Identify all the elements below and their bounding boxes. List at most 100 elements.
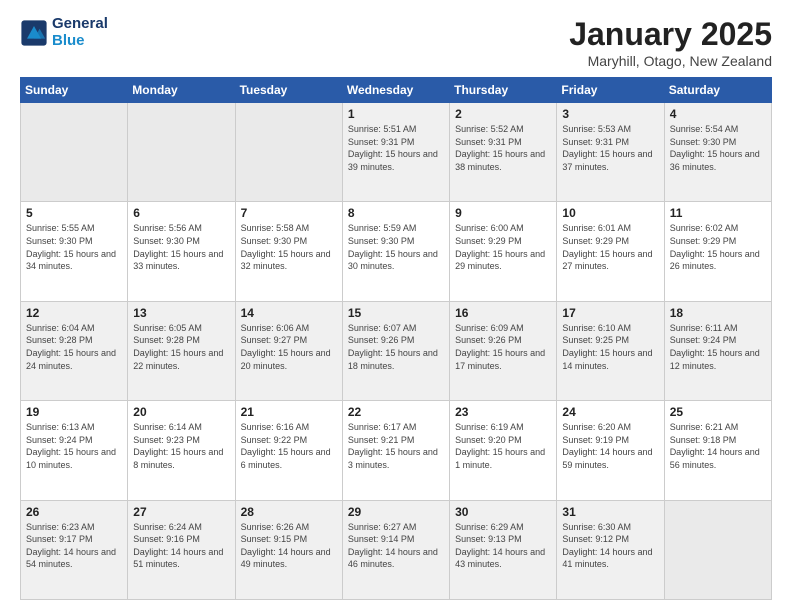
weekday-saturday: Saturday — [664, 78, 771, 103]
calendar-cell: 22 Sunrise: 6:17 AM Sunset: 9:21 PM Dayli… — [342, 401, 449, 500]
calendar-cell: 23 Sunrise: 6:19 AM Sunset: 9:20 PM Dayli… — [450, 401, 557, 500]
day-number: 2 — [455, 107, 551, 121]
day-info: Sunrise: 6:27 AM Sunset: 9:14 PM Dayligh… — [348, 521, 444, 571]
calendar-cell: 3Sunrise: 5:53 AM Sunset: 9:31 PM Daylig… — [557, 103, 664, 202]
calendar-cell: 24 Sunrise: 6:20 AM Sunset: 9:19 PM Dayli… — [557, 401, 664, 500]
day-number: 31 — [562, 505, 658, 519]
day-info: Sunrise: 5:54 AM Sunset: 9:30 PM Dayligh… — [670, 123, 766, 173]
logo: General Blue — [20, 16, 108, 49]
logo-icon — [20, 19, 48, 47]
day-number: 20 — [133, 405, 229, 419]
day-info: Sunrise: 6:00 AM Sunset: 9:29 PM Dayligh… — [455, 222, 551, 272]
calendar-cell: 19 Sunrise: 6:13 AM Sunset: 9:24 PM Dayli… — [21, 401, 128, 500]
day-number: 7 — [241, 206, 337, 220]
calendar-cell: 27 Sunrise: 6:24 AM Sunset: 9:16 PM Dayli… — [128, 500, 235, 599]
day-info: Sunrise: 6:20 AM Sunset: 9:19 PM Dayligh… — [562, 421, 658, 471]
day-number: 19 — [26, 405, 122, 419]
day-info: Sunrise: 6:01 AM Sunset: 9:29 PM Dayligh… — [562, 222, 658, 272]
calendar-cell: 10 Sunrise: 6:01 AM Sunset: 9:29 PM Dayli… — [557, 202, 664, 301]
calendar-cell: 30 Sunrise: 6:29 AM Sunset: 9:13 PM Dayli… — [450, 500, 557, 599]
calendar-cell: 14Sunrise: 6:06 AM Sunset: 9:27 PM Dayli… — [235, 301, 342, 400]
day-info: Sunrise: 6:16 AM Sunset: 9:22 PM Dayligh… — [241, 421, 337, 471]
day-number: 23 — [455, 405, 551, 419]
calendar-cell — [664, 500, 771, 599]
calendar-cell: 28Sunrise: 6:26 AM Sunset: 9:15 PM Dayli… — [235, 500, 342, 599]
day-number: 24 — [562, 405, 658, 419]
calendar-week-row: 1 Sunrise: 5:51 AM Sunset: 9:31 PM Daylig… — [21, 103, 772, 202]
calendar-cell: 20 Sunrise: 6:14 AM Sunset: 9:23 PM Dayli… — [128, 401, 235, 500]
calendar-cell: 4 Sunrise: 5:54 AM Sunset: 9:30 PM Daylig… — [664, 103, 771, 202]
day-number: 25 — [670, 405, 766, 419]
day-info: Sunrise: 6:24 AM Sunset: 9:16 PM Dayligh… — [133, 521, 229, 571]
day-info: Sunrise: 5:56 AM Sunset: 9:30 PM Dayligh… — [133, 222, 229, 272]
calendar-cell: 2Sunrise: 5:52 AM Sunset: 9:31 PM Daylig… — [450, 103, 557, 202]
calendar-cell: 31 Sunrise: 6:30 AM Sunset: 9:12 PM Dayli… — [557, 500, 664, 599]
day-number: 6 — [133, 206, 229, 220]
day-info: Sunrise: 5:59 AM Sunset: 9:30 PM Dayligh… — [348, 222, 444, 272]
calendar-cell: 29 Sunrise: 6:27 AM Sunset: 9:14 PM Dayli… — [342, 500, 449, 599]
calendar-cell: 18Sunrise: 6:11 AM Sunset: 9:24 PM Dayli… — [664, 301, 771, 400]
calendar-cell: 21Sunrise: 6:16 AM Sunset: 9:22 PM Dayli… — [235, 401, 342, 500]
day-info: Sunrise: 6:29 AM Sunset: 9:13 PM Dayligh… — [455, 521, 551, 571]
day-info: Sunrise: 5:58 AM Sunset: 9:30 PM Dayligh… — [241, 222, 337, 272]
day-number: 8 — [348, 206, 444, 220]
header: General Blue January 2025 Maryhill, Otag… — [20, 16, 772, 69]
day-info: Sunrise: 6:10 AM Sunset: 9:25 PM Dayligh… — [562, 322, 658, 372]
day-info: Sunrise: 6:17 AM Sunset: 9:21 PM Dayligh… — [348, 421, 444, 471]
day-info: Sunrise: 6:23 AM Sunset: 9:17 PM Dayligh… — [26, 521, 122, 571]
day-number: 16 — [455, 306, 551, 320]
day-number: 1 — [348, 107, 444, 121]
calendar-week-row: 19 Sunrise: 6:13 AM Sunset: 9:24 PM Dayli… — [21, 401, 772, 500]
page: General Blue January 2025 Maryhill, Otag… — [0, 0, 792, 612]
day-number: 27 — [133, 505, 229, 519]
calendar-cell: 6 Sunrise: 5:56 AM Sunset: 9:30 PM Daylig… — [128, 202, 235, 301]
calendar-week-row: 26 Sunrise: 6:23 AM Sunset: 9:17 PM Dayli… — [21, 500, 772, 599]
calendar-week-row: 12Sunrise: 6:04 AM Sunset: 9:28 PM Dayli… — [21, 301, 772, 400]
weekday-header-row: SundayMondayTuesdayWednesdayThursdayFrid… — [21, 78, 772, 103]
calendar-cell — [235, 103, 342, 202]
calendar-cell — [128, 103, 235, 202]
day-number: 5 — [26, 206, 122, 220]
calendar-cell: 9Sunrise: 6:00 AM Sunset: 9:29 PM Daylig… — [450, 202, 557, 301]
day-info: Sunrise: 6:07 AM Sunset: 9:26 PM Dayligh… — [348, 322, 444, 372]
day-info: Sunrise: 6:06 AM Sunset: 9:27 PM Dayligh… — [241, 322, 337, 372]
calendar-cell: 25 Sunrise: 6:21 AM Sunset: 9:18 PM Dayli… — [664, 401, 771, 500]
day-number: 26 — [26, 505, 122, 519]
calendar-cell: 11 Sunrise: 6:02 AM Sunset: 9:29 PM Dayli… — [664, 202, 771, 301]
logo-text: General Blue — [52, 16, 108, 49]
day-info: Sunrise: 6:30 AM Sunset: 9:12 PM Dayligh… — [562, 521, 658, 571]
day-number: 3 — [562, 107, 658, 121]
day-number: 17 — [562, 306, 658, 320]
calendar-cell: 26 Sunrise: 6:23 AM Sunset: 9:17 PM Dayli… — [21, 500, 128, 599]
day-number: 28 — [241, 505, 337, 519]
day-info: Sunrise: 6:21 AM Sunset: 9:18 PM Dayligh… — [670, 421, 766, 471]
day-number: 22 — [348, 405, 444, 419]
weekday-tuesday: Tuesday — [235, 78, 342, 103]
day-info: Sunrise: 6:14 AM Sunset: 9:23 PM Dayligh… — [133, 421, 229, 471]
day-info: Sunrise: 6:02 AM Sunset: 9:29 PM Dayligh… — [670, 222, 766, 272]
calendar-cell: 5Sunrise: 5:55 AM Sunset: 9:30 PM Daylig… — [21, 202, 128, 301]
calendar-cell: 1 Sunrise: 5:51 AM Sunset: 9:31 PM Daylig… — [342, 103, 449, 202]
calendar-cell: 13Sunrise: 6:05 AM Sunset: 9:28 PM Dayli… — [128, 301, 235, 400]
day-number: 29 — [348, 505, 444, 519]
day-info: Sunrise: 6:04 AM Sunset: 9:28 PM Dayligh… — [26, 322, 122, 372]
weekday-sunday: Sunday — [21, 78, 128, 103]
day-number: 10 — [562, 206, 658, 220]
day-info: Sunrise: 5:51 AM Sunset: 9:31 PM Dayligh… — [348, 123, 444, 173]
day-info: Sunrise: 6:09 AM Sunset: 9:26 PM Dayligh… — [455, 322, 551, 372]
day-number: 18 — [670, 306, 766, 320]
calendar-week-row: 5Sunrise: 5:55 AM Sunset: 9:30 PM Daylig… — [21, 202, 772, 301]
weekday-friday: Friday — [557, 78, 664, 103]
calendar-cell: 7 Sunrise: 5:58 AM Sunset: 9:30 PM Daylig… — [235, 202, 342, 301]
day-info: Sunrise: 6:19 AM Sunset: 9:20 PM Dayligh… — [455, 421, 551, 471]
day-number: 30 — [455, 505, 551, 519]
day-number: 4 — [670, 107, 766, 121]
calendar-table: SundayMondayTuesdayWednesdayThursdayFrid… — [20, 77, 772, 600]
calendar-cell: 12Sunrise: 6:04 AM Sunset: 9:28 PM Dayli… — [21, 301, 128, 400]
location-subtitle: Maryhill, Otago, New Zealand — [569, 53, 772, 69]
calendar-cell — [21, 103, 128, 202]
day-number: 11 — [670, 206, 766, 220]
month-title: January 2025 — [569, 16, 772, 53]
title-block: January 2025 Maryhill, Otago, New Zealan… — [569, 16, 772, 69]
day-info: Sunrise: 6:13 AM Sunset: 9:24 PM Dayligh… — [26, 421, 122, 471]
